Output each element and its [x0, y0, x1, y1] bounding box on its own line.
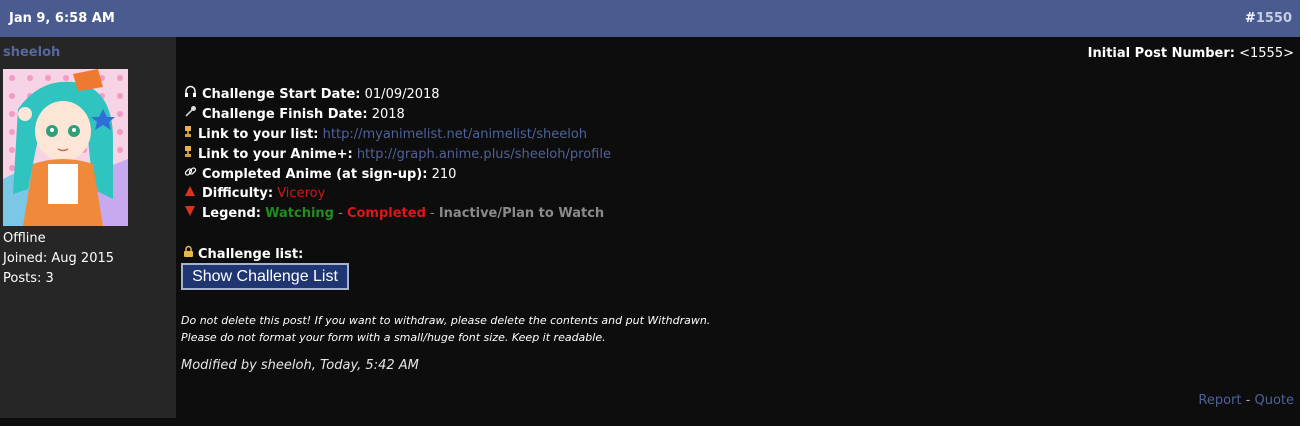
- action-separator: -: [1241, 393, 1255, 408]
- list-link[interactable]: http://myanimelist.net/animelist/sheeloh: [323, 127, 587, 142]
- post-header-bar: Jan 9, 6:58 AM #1550: [0, 0, 1300, 37]
- post-body: Initial Post Number: <1555> Challenge St…: [176, 37, 1300, 426]
- challenge-list-row: Challenge list:: [182, 245, 303, 265]
- legend-separator: -: [333, 206, 347, 221]
- challenge-list-label: Challenge list:: [198, 247, 304, 262]
- post-actions: Report - Quote: [1198, 393, 1294, 408]
- legend-watching: Watching: [265, 206, 334, 221]
- trophy-icon: [182, 125, 194, 142]
- triangle-up-icon: [182, 185, 198, 201]
- quote-link[interactable]: Quote: [1254, 393, 1294, 408]
- legend-label: Legend:: [202, 206, 261, 221]
- finish-date-row: Challenge Finish Date: 2018: [182, 105, 405, 125]
- initial-post-value: <1555>: [1239, 46, 1294, 61]
- headphones-icon: [182, 85, 198, 102]
- completed-row: Completed Anime (at sign-up): 210: [182, 165, 456, 185]
- avatar[interactable]: [3, 69, 128, 226]
- legend-inactive: Inactive/Plan to Watch: [438, 206, 605, 221]
- completed-label: Completed Anime (at sign-up):: [202, 167, 428, 182]
- animeplus-link[interactable]: http://graph.anime.plus/sheeloh/profile: [357, 147, 611, 162]
- triangle-down-icon: [182, 205, 198, 221]
- page-edge: [1300, 0, 1311, 426]
- list-link-label: Link to your list:: [198, 127, 319, 142]
- list-link-row: Link to your list: http://myanimelist.ne…: [182, 125, 587, 145]
- difficulty-row: Difficulty: Viceroy: [182, 185, 325, 205]
- finish-date-value: 2018: [371, 107, 405, 122]
- post-number: 1550: [1255, 11, 1292, 26]
- difficulty-label: Difficulty:: [202, 186, 274, 201]
- animeplus-link-row: Link to your Anime+: http://graph.anime.…: [182, 145, 611, 165]
- difficulty-value: Viceroy: [277, 186, 326, 201]
- notice-withdraw: Do not delete this post! If you want to …: [181, 314, 711, 327]
- post-number-hash: #: [1244, 11, 1256, 26]
- post-number-link[interactable]: #1550: [1245, 11, 1292, 26]
- user-status: Offline: [3, 231, 46, 246]
- show-challenge-list-button[interactable]: Show Challenge List: [181, 263, 349, 290]
- start-date-row: Challenge Start Date: 01/09/2018: [182, 85, 440, 105]
- user-joined: Joined: Aug 2015: [3, 251, 115, 266]
- user-sidebar: sheeloh Offline Joined: Aug 2015 Posts: …: [0, 37, 176, 418]
- start-date-label: Challenge Start Date:: [202, 87, 361, 102]
- legend-completed: Completed: [346, 206, 426, 221]
- modified-note: Modified by sheeloh, Today, 5:42 AM: [181, 358, 419, 373]
- microphone-icon: [182, 105, 198, 122]
- lock-icon: [182, 245, 194, 262]
- username-link[interactable]: sheeloh: [3, 45, 60, 60]
- legend-row: Legend: Watching - Completed - Inactive/…: [182, 205, 604, 225]
- report-link[interactable]: Report: [1198, 393, 1241, 408]
- start-date-value: 01/09/2018: [364, 87, 440, 102]
- finish-date-label: Challenge Finish Date:: [202, 107, 368, 122]
- animeplus-link-label: Link to your Anime+:: [198, 147, 353, 162]
- initial-post-label: Initial Post Number:: [1087, 46, 1235, 61]
- post-date: Jan 9, 6:58 AM: [9, 11, 115, 26]
- notice-font-size: Please do not format your form with a sm…: [181, 331, 606, 344]
- trophy-icon: [182, 145, 194, 162]
- link-icon: [182, 165, 198, 182]
- initial-post-number: Initial Post Number: <1555>: [1088, 46, 1294, 61]
- user-posts: Posts: 3: [3, 271, 54, 286]
- legend-separator: -: [425, 206, 439, 221]
- completed-value: 210: [431, 167, 457, 182]
